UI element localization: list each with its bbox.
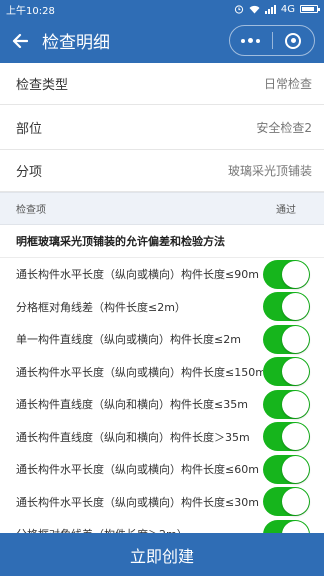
list-item: 通长构件直线度（纵向和横向）构件长度＞35m <box>0 420 324 453</box>
pass-toggle[interactable] <box>263 357 310 387</box>
check-item-text: 单一构件直线度（纵向或横向）构件长度≤2m <box>16 333 241 347</box>
back-button[interactable] <box>0 18 40 63</box>
status-bar: 上午10:28 4G <box>0 0 324 18</box>
nav-bar: 检查明细 <box>0 18 324 63</box>
info-row-location: 部位 安全检查2 <box>0 105 324 150</box>
location-label: 部位 <box>16 121 43 137</box>
close-button[interactable] <box>273 26 315 55</box>
check-item-text: 通长构件水平长度（纵向或横向）构件长度≤60m <box>16 463 259 477</box>
pass-toggle[interactable] <box>263 454 310 484</box>
toggle-knob <box>282 325 309 353</box>
alarm-icon <box>234 5 243 14</box>
info-row-subitem: 分项 玻璃采光顶铺装 <box>0 150 324 192</box>
toggle-knob <box>282 488 309 516</box>
pass-toggle[interactable] <box>263 389 310 419</box>
list-item: 分格框对角线差（构件长度≤2m） <box>0 290 324 323</box>
pass-toggle[interactable] <box>263 422 310 452</box>
section-title: 明框玻璃采光顶铺装的允许偏差和检验方法 <box>0 225 324 258</box>
subitem-label: 分项 <box>16 165 43 180</box>
pass-toggle[interactable] <box>263 324 310 354</box>
target-close-icon <box>285 32 302 49</box>
pass-toggle[interactable] <box>263 487 310 517</box>
more-button[interactable] <box>230 26 272 55</box>
check-item-text: 通长构件水平长度（纵向或横向）构件长度≤30m <box>16 495 259 509</box>
toggle-knob <box>282 358 309 386</box>
list-item: 通长构件水平长度（纵向或横向）构件长度≤60m <box>0 453 324 486</box>
list-item: 通长构件水平长度（纵向或横向）构件长度≤90m <box>0 258 324 291</box>
battery-icon <box>300 5 320 13</box>
toggle-knob <box>282 423 309 451</box>
toggle-knob <box>282 390 309 418</box>
list-item: 通长构件水平长度（纵向或横向）构件长度≤150m <box>0 355 324 388</box>
check-item-text: 通长构件直线度（纵向和横向）构件长度＞35m <box>16 430 250 444</box>
pass-toggle[interactable] <box>263 259 310 289</box>
check-item-text: 通长构件水平长度（纵向或横向）构件长度≤90m <box>16 268 259 282</box>
location-value: 安全检查2 <box>256 120 312 135</box>
more-dots-icon <box>241 38 261 43</box>
check-item-text: 通长构件水平长度（纵向或横向）构件长度≤150m <box>16 365 263 379</box>
status-icons: 4G <box>234 3 320 15</box>
check-type-value: 日常检查 <box>263 77 312 91</box>
check-type-label: 检查类型 <box>16 78 69 93</box>
info-section: 检查类型 日常检查 部位 安全检查2 分项 玻璃采光顶铺装 <box>0 63 324 192</box>
toggle-knob <box>282 293 309 321</box>
mini-program-capsule <box>229 25 315 56</box>
toggle-knob <box>282 455 309 483</box>
wifi-icon <box>249 5 260 13</box>
column-header-item: 检查项 <box>16 205 46 216</box>
list-item: 单一构件直线度（纵向或横向）构件长度≤2m <box>0 323 324 356</box>
create-button[interactable]: 立即创建 <box>0 533 324 576</box>
subitem-value: 玻璃采光顶铺装 <box>227 164 312 178</box>
network-type: 4G <box>280 3 295 15</box>
list-item: 通长构件直线度（纵向和横向）构件长度≤35m <box>0 388 324 421</box>
screen: 上午10:28 4G 检查明细 检查类型 日常检查 部位 安全检查2 分项 玻璃… <box>0 0 324 576</box>
toggle-knob <box>282 260 309 288</box>
info-row-check-type: 检查类型 日常检查 <box>0 63 324 105</box>
page-title: 检查明细 <box>42 33 110 53</box>
check-item-text: 分格框对角线差（构件长度≤2m） <box>16 300 186 314</box>
back-arrow-icon <box>12 33 28 48</box>
list-item: 通长构件水平长度（纵向或横向）构件长度≤30m <box>0 485 324 518</box>
signal-icon <box>264 4 276 14</box>
pass-toggle[interactable] <box>263 292 310 322</box>
status-time: 上午10:28 <box>6 5 55 17</box>
check-item-list: 通长构件水平长度（纵向或横向）构件长度≤90m 分格框对角线差（构件长度≤2m）… <box>0 258 324 551</box>
check-item-text: 通长构件直线度（纵向和横向）构件长度≤35m <box>16 398 248 412</box>
table-header: 检查项 通过 <box>0 192 324 225</box>
column-header-pass: 通过 <box>276 205 296 216</box>
